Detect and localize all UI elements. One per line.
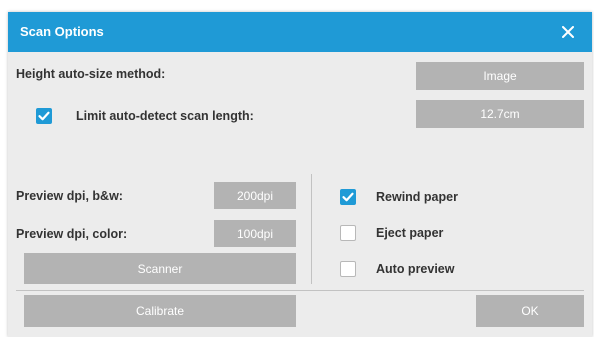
limit-scan-length-label: Limit auto-detect scan length:: [76, 109, 254, 123]
preview-dpi-bw-select[interactable]: 200dpi: [214, 182, 296, 209]
auto-preview-label: Auto preview: [376, 262, 455, 276]
scan-options-dialog: Scan Options Height auto-size method: Im…: [8, 12, 592, 337]
dialog-title: Scan Options: [20, 24, 104, 39]
dialog-title-bar: Scan Options: [8, 12, 592, 52]
scan-length-field[interactable]: 12.7cm: [416, 100, 584, 128]
auto-preview-checkbox[interactable]: [340, 261, 356, 277]
checkmark-icon: [38, 111, 50, 121]
rewind-paper-label: Rewind paper: [376, 190, 458, 204]
eject-paper-label: Eject paper: [376, 226, 444, 240]
height-auto-size-select[interactable]: Image: [416, 62, 584, 90]
scanner-button[interactable]: Scanner: [24, 253, 296, 284]
preview-dpi-color-select[interactable]: 100dpi: [214, 220, 296, 247]
limit-scan-length-checkbox[interactable]: [36, 108, 52, 124]
calibrate-button[interactable]: Calibrate: [24, 295, 296, 327]
preview-dpi-bw-label: Preview dpi, b&w:: [16, 189, 123, 203]
ok-button[interactable]: OK: [476, 295, 584, 327]
rewind-paper-checkbox[interactable]: [340, 189, 356, 205]
close-icon: [562, 26, 574, 38]
vertical-divider: [311, 174, 312, 284]
height-auto-size-label: Height auto-size method:: [16, 67, 166, 81]
preview-dpi-color-label: Preview dpi, color:: [16, 227, 128, 241]
bottom-divider: [16, 290, 584, 291]
eject-paper-checkbox[interactable]: [340, 225, 356, 241]
close-button[interactable]: [554, 18, 582, 46]
checkmark-icon: [342, 192, 354, 202]
